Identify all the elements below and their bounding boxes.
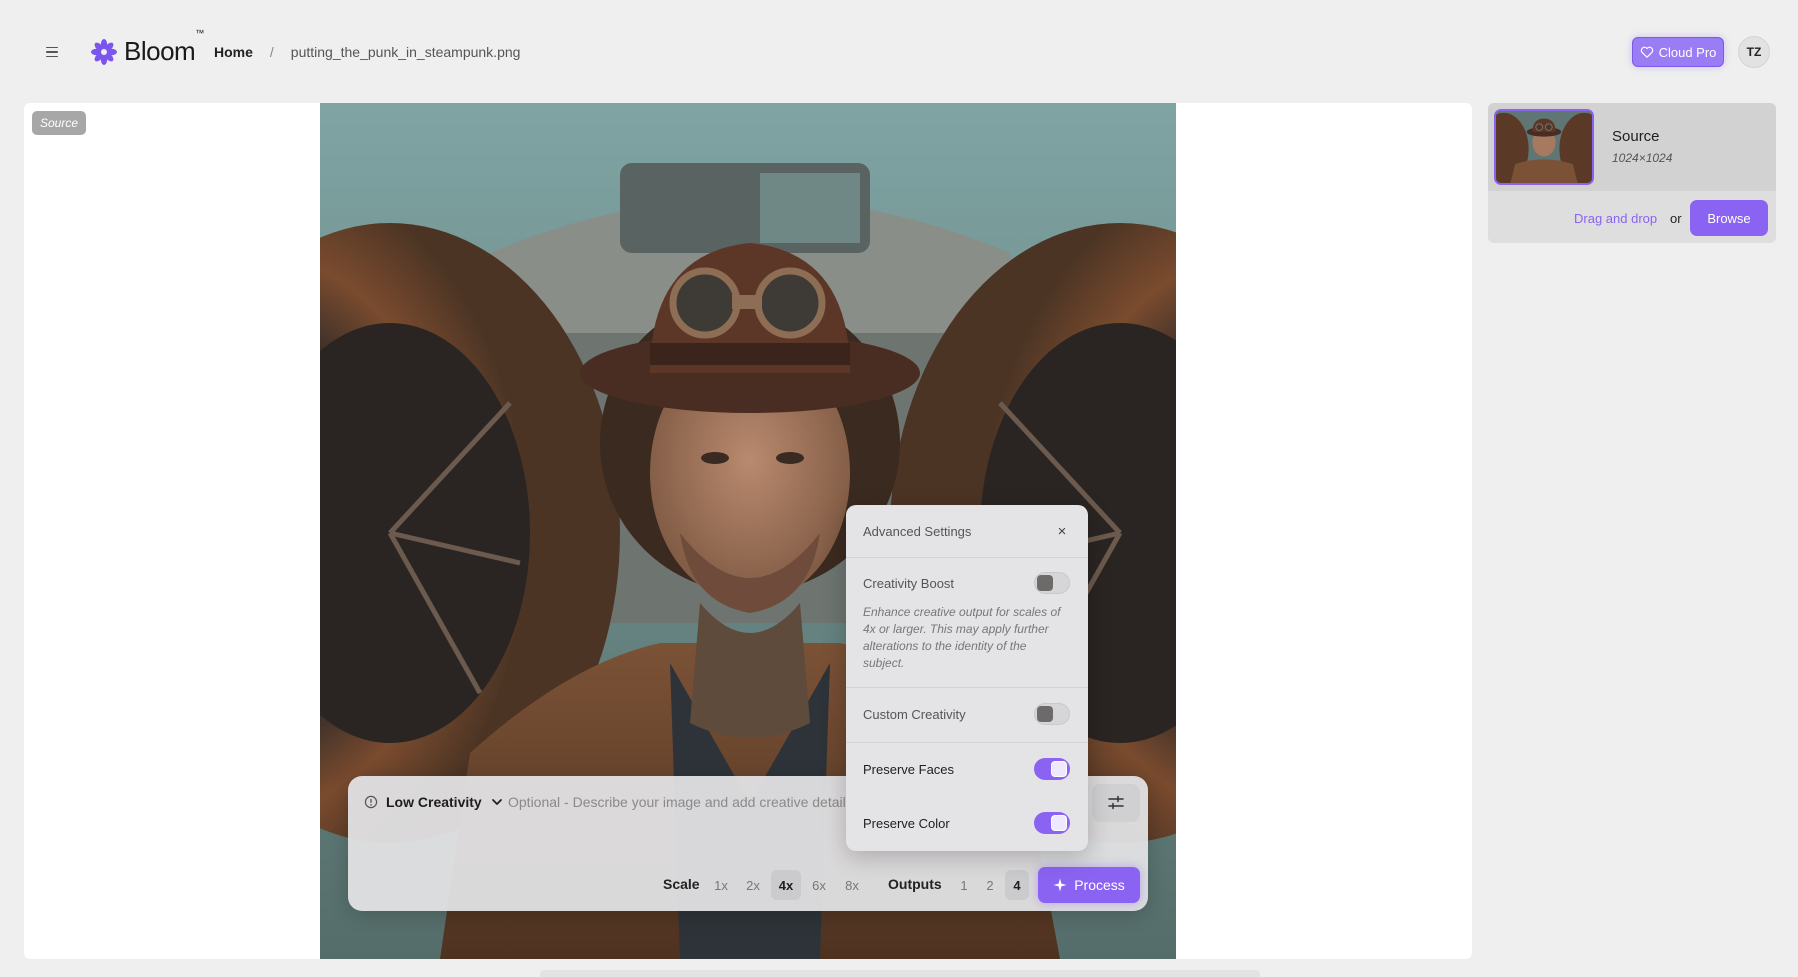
scale-option-8x[interactable]: 8x [837,870,867,900]
flower-logo-icon [91,38,117,65]
source-thumbnail[interactable] [1494,109,1594,185]
outputs-label: Outputs [888,876,942,892]
process-label: Process [1074,877,1125,893]
hamburger-icon[interactable] [40,40,64,64]
custom-creativity-label: Custom Creativity [863,707,966,722]
avatar[interactable]: TZ [1738,36,1770,68]
thumbnail-image [1496,111,1592,183]
process-button[interactable]: Process [1038,867,1140,903]
logo-text: Bloom™ [124,28,204,66]
scale-option-4x[interactable]: 4x [771,870,801,900]
preserve-color-label: Preserve Color [863,816,950,831]
heart-icon [1640,46,1653,58]
creativity-label: Low Creativity [386,794,482,810]
creativity-boost-description: Enhance creative output for scales of 4x… [863,605,1061,670]
advanced-settings-header: Advanced Settings × [846,505,1088,558]
breadcrumb-home-link[interactable]: Home [214,44,253,60]
advanced-settings-title: Advanced Settings [863,524,972,539]
preserve-color-row: Preserve Color [846,797,1088,851]
preserve-color-toggle[interactable] [1034,812,1070,834]
scale-option-6x[interactable]: 6x [804,870,834,900]
custom-creativity-toggle[interactable] [1034,703,1070,725]
preserve-faces-label: Preserve Faces [863,762,955,777]
info-icon [364,795,378,809]
outputs-option-4[interactable]: 4 [1005,870,1029,900]
source-title: Source [1612,128,1660,145]
scale-option-2x[interactable]: 2x [738,870,768,900]
creativity-dropdown[interactable]: Low Creativity [364,790,504,814]
source-dimensions: 1024×1024 [1612,151,1673,165]
or-text: or [1670,211,1682,226]
custom-creativity-row: Custom Creativity [846,688,1088,742]
breadcrumb-current-file: putting_the_punk_in_steampunk.png [290,44,521,60]
browse-button[interactable]: Browse [1690,200,1768,236]
advanced-settings-panel: Advanced Settings × Creativity Boost Enh… [846,505,1088,851]
outputs-option-2[interactable]: 2 [978,870,1002,900]
preserve-faces-row: Preserve Faces [846,743,1088,797]
cloud-pro-label: Cloud Pro [1658,44,1717,60]
scale-option-1x[interactable]: 1x [706,870,736,900]
sliders-icon [1108,795,1124,810]
options-row: Scale 1x 2x 4x 6x 8x Outputs 1 2 4 Proce… [348,867,1148,903]
cloud-pro-button[interactable]: Cloud Pro [1632,37,1724,67]
source-panel: Source 1024×1024 Drag and drop or Browse [1488,103,1776,243]
logo[interactable]: Bloom™ [90,28,204,67]
creativity-boost-toggle[interactable] [1034,572,1070,594]
preserve-faces-toggle[interactable] [1034,758,1070,780]
close-icon[interactable]: × [1052,521,1072,541]
creativity-boost-label: Creativity Boost [863,576,955,591]
breadcrumb-separator: / [269,44,274,60]
scale-label: Scale [663,876,700,892]
source-tag: Source [32,111,87,135]
chevron-down-icon [491,799,502,805]
bottom-drawer-handle [540,970,1260,977]
source-item[interactable]: Source 1024×1024 [1488,103,1776,191]
outputs-option-1[interactable]: 1 [952,870,976,900]
advanced-settings-button[interactable] [1092,784,1140,822]
drag-and-drop-link[interactable]: Drag and drop [1574,211,1657,226]
sparkle-icon [1053,878,1067,892]
breadcrumb: Home / putting_the_punk_in_steampunk.png [214,44,520,60]
top-bar: Bloom™ Home / putting_the_punk_in_steamp… [0,0,1798,100]
